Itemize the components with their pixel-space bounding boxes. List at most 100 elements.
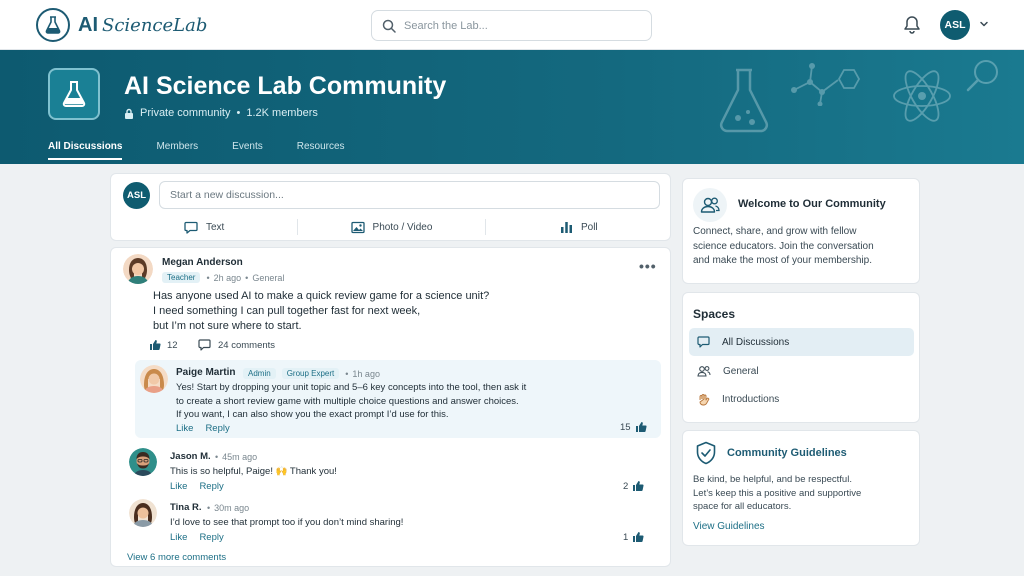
space-all-discussions[interactable]: All Discussions bbox=[689, 328, 914, 356]
atom-illustration-icon bbox=[893, 70, 951, 122]
discussion-post: Megan Anderson Teacher • 2h ago • Genera… bbox=[110, 247, 671, 567]
user-avatar[interactable]: ASL bbox=[940, 10, 970, 40]
reply-like-count[interactable]: 15 bbox=[620, 421, 647, 433]
reply-like-number: 15 bbox=[620, 421, 631, 433]
view-more-comments-link[interactable]: View 6 more comments bbox=[127, 552, 226, 563]
app-logo[interactable]: AI ScienceLab bbox=[36, 8, 207, 42]
post-body-line: Has anyone used AI to make a quick revie… bbox=[153, 290, 490, 302]
comment-author-name[interactable]: Jason M. bbox=[170, 451, 211, 462]
lock-icon bbox=[125, 108, 133, 119]
like-link[interactable]: Like bbox=[176, 423, 193, 434]
comment-meta: • 45m ago bbox=[215, 452, 257, 462]
welcome-card: Welcome to Our Community Connect, share,… bbox=[682, 178, 920, 284]
top-bar: AIScienceLab ASL bbox=[0, 0, 1024, 50]
comment-like-number: 1 bbox=[623, 531, 629, 543]
like-link[interactable]: Like bbox=[170, 532, 187, 543]
separator-dot: • bbox=[236, 107, 241, 119]
thumbs-up-icon bbox=[633, 532, 644, 542]
chat-bubble-icon bbox=[184, 221, 198, 234]
community-banner: AI Science Lab Community Private communi… bbox=[0, 50, 1024, 164]
welcome-text: Connect, share, and grow with fellow sci… bbox=[693, 225, 874, 269]
post-text-button[interactable]: Text bbox=[111, 217, 297, 237]
tab-events[interactable]: Events bbox=[232, 141, 263, 160]
comment-like-count[interactable]: 2 bbox=[623, 480, 644, 492]
guidelines-title: Community Guidelines bbox=[727, 447, 847, 459]
poll-action-label: Poll bbox=[580, 221, 598, 233]
image-icon bbox=[350, 221, 365, 233]
spaces-card: Spaces All Discussions General Introduct… bbox=[682, 292, 920, 423]
reply-link[interactable]: Reply bbox=[199, 532, 223, 543]
post-poll-button[interactable]: Poll bbox=[486, 217, 672, 237]
comment-body: This is so helpful, Paige! 🙌 Thank you! bbox=[170, 466, 337, 477]
author-avatar bbox=[123, 254, 153, 284]
separator-dot: • bbox=[207, 503, 211, 513]
new-discussion-composer: ASL Text Photo / Video Poll bbox=[110, 173, 671, 241]
people-icon bbox=[693, 188, 727, 222]
tab-resources[interactable]: Resources bbox=[297, 141, 345, 160]
space-label: General bbox=[723, 365, 759, 377]
reply-body-line: to create a short review game with multi… bbox=[176, 395, 519, 407]
logo-ai-text: AI bbox=[78, 13, 98, 36]
tab-members[interactable]: Members bbox=[156, 141, 198, 160]
privacy-label: Private community bbox=[140, 107, 231, 119]
community-flask-icon bbox=[48, 68, 100, 120]
beaker-illustration-icon bbox=[719, 68, 769, 133]
reply-time: 1h ago bbox=[352, 368, 380, 379]
like-post-button[interactable]: 12 bbox=[149, 339, 178, 351]
text-action-label: Text bbox=[205, 221, 225, 233]
comment-time: 45m ago bbox=[222, 452, 258, 462]
space-general[interactable]: General bbox=[689, 357, 914, 385]
view-guidelines-link[interactable]: View Guidelines bbox=[693, 521, 765, 532]
search-bar[interactable] bbox=[371, 10, 652, 41]
people-icon bbox=[697, 366, 711, 377]
thumbs-up-icon bbox=[635, 422, 647, 432]
chevron-down-icon[interactable] bbox=[978, 18, 990, 33]
comment-author-avatar bbox=[129, 499, 157, 527]
comment-time: 30m ago bbox=[214, 503, 250, 513]
comment-icon bbox=[198, 339, 211, 351]
guidelines-text: Be kind, be helpful, and be respectful. … bbox=[693, 473, 861, 514]
spaces-title: Spaces bbox=[693, 307, 736, 321]
post-author-name[interactable]: Megan Anderson bbox=[162, 257, 243, 268]
app-name: AI ScienceLab bbox=[78, 14, 207, 37]
reply-body: Yes! Start by dropping your unit topic a… bbox=[176, 381, 526, 422]
comment-meta: • 30m ago bbox=[207, 503, 249, 513]
admin-badge: Admin bbox=[243, 368, 276, 379]
post-like-count: 12 bbox=[167, 339, 178, 351]
composer-avatar: ASL bbox=[123, 182, 150, 209]
welcome-title: Welcome to Our Community bbox=[738, 198, 886, 210]
post-body-line: I need something I can pull together fas… bbox=[153, 305, 421, 317]
magnifier-illustration-icon bbox=[966, 60, 998, 92]
separator-dot: • bbox=[245, 272, 249, 283]
post-comment-count: 24 comments bbox=[218, 339, 276, 351]
search-input[interactable] bbox=[404, 19, 624, 32]
space-introductions[interactable]: Introductions bbox=[689, 385, 914, 413]
comment-author-name[interactable]: Tina R. bbox=[170, 502, 202, 513]
tab-all-discussions[interactable]: All Discussions bbox=[48, 141, 123, 160]
notifications-bell-icon[interactable] bbox=[903, 15, 921, 38]
flask-logo-icon bbox=[36, 8, 70, 42]
comment-like-count[interactable]: 1 bbox=[623, 531, 644, 543]
post-photo-video-button[interactable]: Photo / Video bbox=[298, 217, 484, 237]
search-icon bbox=[382, 19, 396, 33]
comment-actions: Like Reply bbox=[170, 532, 236, 543]
comment-author-avatar bbox=[129, 448, 157, 476]
more-options-icon[interactable]: ••• bbox=[639, 258, 657, 274]
reply-author-avatar bbox=[140, 365, 168, 393]
member-count: 1.2K members bbox=[246, 107, 318, 119]
reply-link[interactable]: Reply bbox=[199, 481, 223, 492]
reply-body-line: If you want, I can also show you the exa… bbox=[176, 409, 449, 420]
community-title: AI Science Lab Community bbox=[124, 72, 447, 100]
reply-link[interactable]: Reply bbox=[205, 423, 229, 434]
community-tabs: All Discussions Members Events Resources bbox=[48, 141, 379, 160]
guidelines-card: Community Guidelines Be kind, be helpful… bbox=[682, 430, 920, 546]
new-discussion-input[interactable] bbox=[159, 181, 660, 209]
like-link[interactable]: Like bbox=[170, 481, 187, 492]
post-meta: Teacher • 2h ago • General bbox=[162, 272, 284, 283]
separator-dot: • bbox=[206, 272, 210, 283]
reply-author-name[interactable]: Paige Martin bbox=[176, 367, 235, 378]
post-space[interactable]: General bbox=[252, 273, 284, 283]
poll-icon bbox=[560, 221, 572, 233]
comments-button[interactable]: 24 comments bbox=[198, 339, 275, 351]
post-body: Has anyone used AI to make a quick revie… bbox=[153, 289, 489, 334]
